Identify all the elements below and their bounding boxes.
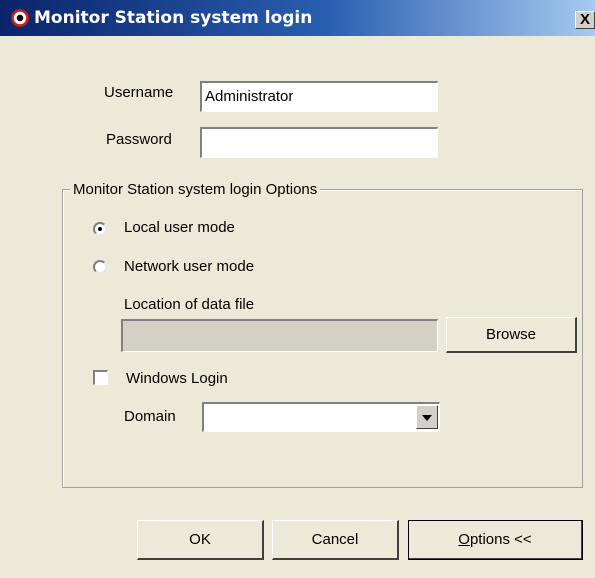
password-label: Password (106, 131, 172, 148)
title-bar[interactable]: Monitor Station system login X (0, 0, 595, 36)
window-title: Monitor Station system login (34, 8, 313, 28)
windows-login-label[interactable]: Windows Login (126, 370, 228, 387)
local-user-mode-label[interactable]: Local user mode (124, 219, 235, 236)
domain-select[interactable] (202, 402, 440, 432)
data-file-location-input[interactable] (121, 319, 438, 352)
chevron-down-icon[interactable] (416, 405, 438, 429)
ok-button[interactable]: OK (137, 520, 264, 560)
app-eye-icon (11, 9, 29, 27)
options-mnemonic: O (458, 531, 470, 548)
username-label: Username (104, 84, 174, 101)
login-options-group-label: Monitor Station system login Options (70, 181, 321, 198)
data-file-location-label: Location of data file (124, 296, 255, 313)
username-input[interactable]: Administrator (200, 81, 438, 112)
close-button[interactable]: X (575, 11, 595, 29)
network-user-mode-radio[interactable] (93, 260, 107, 274)
cancel-button[interactable]: Cancel (272, 520, 399, 560)
windows-login-checkbox[interactable] (93, 370, 108, 385)
options-label-rest: ptions << (469, 531, 532, 548)
password-input[interactable] (200, 127, 438, 158)
options-toggle-button[interactable]: Options << (408, 520, 583, 560)
local-user-mode-radio[interactable] (93, 222, 107, 236)
network-user-mode-label[interactable]: Network user mode (124, 258, 254, 275)
domain-label: Domain (124, 408, 176, 425)
browse-button[interactable]: Browse (446, 317, 577, 353)
radio-selected-dot (98, 227, 102, 231)
